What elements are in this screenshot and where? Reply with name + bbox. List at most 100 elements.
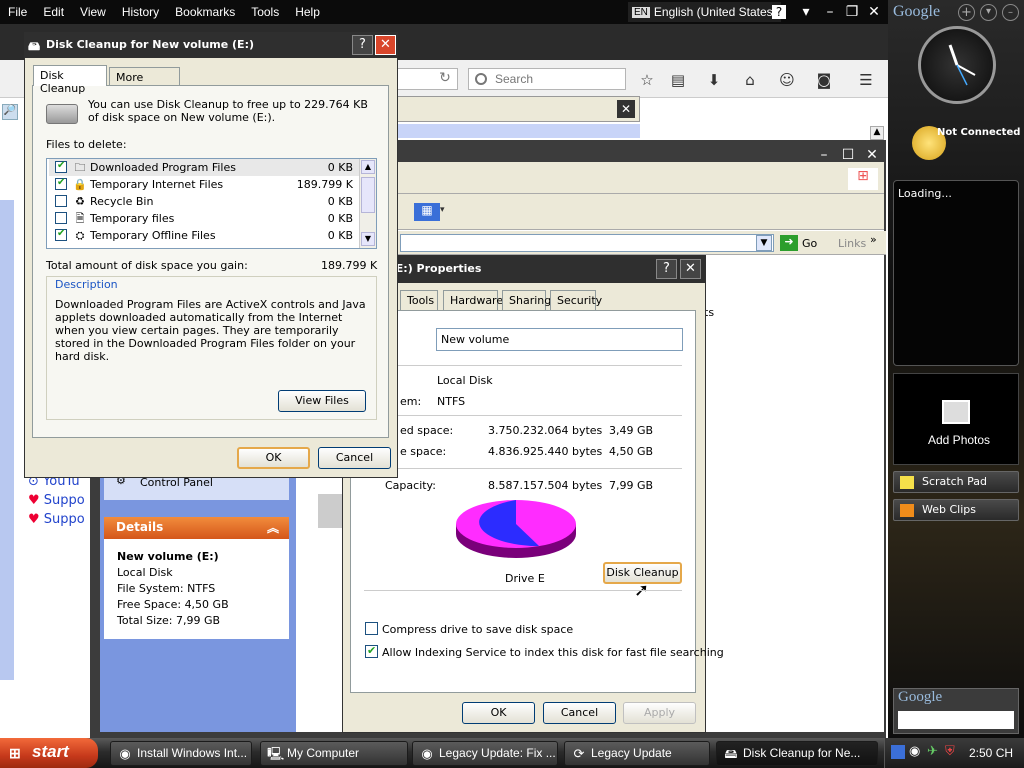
views-dropdown-icon[interactable]: ▾ (440, 205, 445, 215)
tray-shield-icon[interactable]: ⛨ (945, 743, 955, 759)
reload-icon[interactable]: ↻ (436, 70, 454, 88)
go-label[interactable]: Go (802, 237, 817, 250)
menu-help[interactable]: Help (287, 5, 328, 19)
details-title: Details (116, 520, 164, 534)
disk-cleanup-close-button[interactable]: ✕ (375, 35, 396, 55)
views-icon[interactable]: ▦ (414, 203, 440, 221)
item-checkbox[interactable] (55, 160, 67, 173)
disk-cleanup-ok-button[interactable]: OK (237, 447, 310, 469)
left-link-2[interactable]: ♥ Suppo (28, 493, 85, 508)
list-item[interactable]: 🔒 Temporary Internet Files 189.799 K (49, 176, 363, 193)
scroll-up-icon[interactable]: ▲ (361, 160, 375, 174)
indexing-checkbox[interactable] (365, 644, 378, 658)
task-disk-cleanup[interactable]: 🖴 Disk Cleanup for Ne... (716, 741, 878, 766)
menu-bookmarks[interactable]: Bookmarks (167, 5, 243, 19)
add-gadget-icon[interactable]: + (958, 4, 975, 21)
bookmark-star-icon[interactable]: ☆ (637, 70, 657, 90)
links-chevron-icon[interactable]: » (870, 233, 877, 246)
compress-label[interactable]: Compress drive to save disk space (382, 623, 573, 636)
close-button[interactable]: ✕ (864, 3, 884, 21)
lock-icon: 🔒 (73, 178, 87, 191)
menu-file[interactable]: File (0, 5, 35, 19)
gadget-sidebar (888, 0, 1024, 738)
menu-edit[interactable]: Edit (35, 5, 72, 19)
links-label[interactable]: Links (838, 237, 866, 250)
tab-disk-cleanup[interactable]: Disk Cleanup (33, 65, 107, 95)
list-item[interactable]: 🗀 Downloaded Program Files 0 KB (49, 159, 363, 176)
properties-ok-button[interactable]: OK (462, 702, 535, 724)
menu-view[interactable]: View (72, 5, 114, 19)
total-gain-label: Total amount of disk space you gain: (46, 259, 248, 272)
sidebar-menu-icon[interactable]: ▾ (980, 4, 997, 21)
search-input[interactable]: Search (468, 68, 626, 90)
list-scrollbar[interactable]: ▲ ▼ (359, 159, 376, 248)
item-checkbox[interactable] (55, 212, 67, 224)
list-item[interactable]: ⛭ Temporary Offline Files 0 KB (49, 227, 363, 244)
tab-hardware[interactable]: Hardware (443, 290, 503, 310)
properties-apply-button[interactable]: Apply (623, 702, 696, 724)
details-panel-header[interactable]: Details ︽ (104, 517, 289, 539)
news-feed-gadget[interactable]: Loading... (893, 180, 1019, 366)
google-search-input[interactable] (898, 711, 1014, 729)
clock-gadget[interactable] (918, 26, 996, 104)
photos-gadget[interactable]: Add Photos (893, 373, 1019, 465)
reading-list-icon[interactable]: ▤ (668, 70, 688, 90)
go-arrow-icon[interactable]: ➜ (780, 235, 798, 251)
minimize-button[interactable]: – (820, 3, 840, 21)
magnifier-icon[interactable]: 🔎 (2, 104, 18, 120)
dropdown-icon[interactable]: ▾ (796, 3, 816, 21)
task-legacy-update-fix[interactable]: ◉ Legacy Update: Fix ... (412, 741, 558, 766)
start-button[interactable]: ⊞ start (0, 738, 98, 768)
sidebar-minimize-icon[interactable]: – (1002, 4, 1019, 21)
list-item[interactable]: 🗎 Temporary files 0 KB (49, 210, 363, 227)
address-input[interactable] (400, 234, 774, 252)
address-dropdown-icon[interactable]: ▼ (756, 235, 772, 251)
tab-tools[interactable]: Tools (400, 290, 438, 310)
item-checkbox[interactable] (55, 195, 67, 207)
tab-more-options[interactable]: More Options (109, 67, 180, 97)
item-checkbox[interactable] (55, 228, 67, 241)
task-my-computer[interactable]: 🖳 My Computer (260, 741, 408, 766)
scroll-up-icon[interactable]: ▲ (870, 126, 884, 140)
task-legacy-update[interactable]: ⟳ Legacy Update (564, 741, 710, 766)
task-install-windows[interactable]: ◉ Install Windows Int... (110, 741, 252, 766)
list-item[interactable]: ♻ Recycle Bin 0 KB (49, 193, 363, 210)
compress-checkbox[interactable] (365, 622, 378, 635)
menu-hamburger-icon[interactable]: ☰ (856, 70, 876, 90)
language-bar[interactable]: EN English (United States) (628, 2, 781, 22)
restore-button[interactable]: ❐ (842, 3, 862, 21)
item-checkbox[interactable] (55, 177, 67, 190)
pocket-icon[interactable]: ◙ (814, 70, 834, 90)
home-icon[interactable]: ⌂ (740, 70, 760, 90)
scroll-down-icon[interactable]: ▼ (361, 232, 375, 246)
background-close-icon[interactable]: ✕ (617, 100, 635, 118)
download-icon[interactable]: ⬇ (704, 70, 724, 90)
menu-tools[interactable]: Tools (243, 5, 287, 19)
properties-close-button[interactable]: ✕ (680, 259, 701, 279)
files-to-delete-list[interactable]: 🗀 Downloaded Program Files 0 KB 🔒 Tempor… (46, 158, 377, 249)
disk-cleanup-cancel-button[interactable]: Cancel (318, 447, 391, 469)
tray-app-icon[interactable] (891, 745, 905, 759)
help-icon[interactable]: ? (772, 5, 786, 19)
tray-firefox-icon[interactable]: ◉ (909, 743, 920, 759)
menu-history[interactable]: History (114, 5, 167, 19)
tray-network-icon[interactable]: ✈ (927, 743, 938, 759)
scratch-pad-gadget[interactable]: Scratch Pad (893, 471, 1019, 493)
properties-cancel-button[interactable]: Cancel (543, 702, 616, 724)
collapse-icon[interactable]: ︽ (267, 519, 279, 536)
disk-cleanup-help-button[interactable]: ? (352, 35, 373, 55)
web-clips-gadget[interactable]: Web Clips (893, 499, 1019, 521)
properties-help-button[interactable]: ? (656, 259, 677, 279)
disk-cleanup-title: 🖴 Disk Cleanup for New volume (E:) (24, 32, 398, 58)
drive-icon[interactable] (318, 494, 342, 528)
left-link-3[interactable]: ♥ Suppo (28, 512, 85, 527)
view-files-button[interactable]: View Files (278, 390, 366, 412)
indexing-label[interactable]: Allow Indexing Service to index this dis… (382, 646, 724, 659)
volume-name-input[interactable]: New volume (436, 328, 683, 351)
tray-clock[interactable]: 2:50 CH (969, 746, 1013, 760)
tab-security[interactable]: Security (550, 290, 602, 310)
item-size: 0 KB (327, 212, 353, 225)
scroll-thumb[interactable] (361, 177, 375, 213)
tab-sharing[interactable]: Sharing (502, 290, 551, 310)
smiley-icon[interactable]: ☺ (777, 70, 797, 90)
